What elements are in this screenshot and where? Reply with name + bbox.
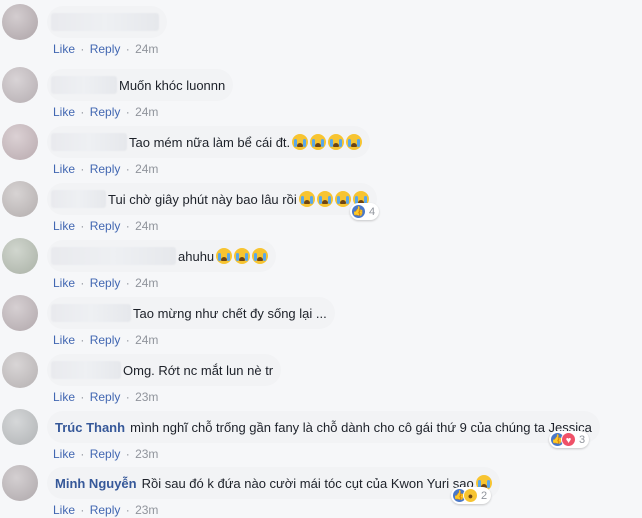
comment-item: Like · Reply · 24m bbox=[0, 0, 642, 57]
comment-text: Tui chờ giây phút này bao lâu rồi bbox=[108, 191, 297, 207]
comment-actions: Like · Reply · 23m bbox=[53, 503, 159, 517]
crying-emoji-icon bbox=[334, 191, 351, 207]
like-reaction-icon: 👍 bbox=[351, 204, 366, 219]
comment-bubble: Omg. Rớt nc mắt lun nè tr bbox=[47, 354, 282, 386]
avatar[interactable] bbox=[2, 4, 38, 40]
comment-bubble: Tao mém nữa làm bể cái đt. bbox=[47, 126, 371, 158]
comment-actions: Like · Reply · 23m bbox=[53, 390, 159, 404]
reaction-summary[interactable]: 👍 ● 2 bbox=[451, 487, 492, 504]
crying-emoji-icon bbox=[316, 191, 333, 207]
comment-item: Omg. Rớt nc mắt lun nè tr Like · Reply ·… bbox=[0, 348, 642, 405]
like-link[interactable]: Like bbox=[53, 42, 75, 56]
comment-bubble: ahuhu bbox=[47, 240, 277, 272]
comment-actions: Like · Reply · 24m bbox=[53, 162, 159, 176]
haha-reaction-icon: ● bbox=[463, 488, 478, 503]
comment-item: Muốn khóc luonnn Like · Reply · 24m bbox=[0, 63, 642, 120]
comment-actions: Like · Reply · 23m bbox=[53, 447, 159, 461]
avatar[interactable] bbox=[2, 181, 38, 217]
blurred-author-name bbox=[51, 76, 117, 94]
like-link[interactable]: Like bbox=[53, 503, 75, 517]
comment-item: Tui chờ giây phút này bao lâu rồi 👍 4 Li… bbox=[0, 177, 642, 234]
crying-emoji-icon bbox=[216, 248, 233, 264]
avatar[interactable] bbox=[2, 67, 38, 103]
like-link[interactable]: Like bbox=[53, 390, 75, 404]
reply-link[interactable]: Reply bbox=[90, 105, 121, 119]
like-link[interactable]: Like bbox=[53, 219, 75, 233]
comment-text: mình nghĩ chỗ trống gần fany là chỗ dành… bbox=[130, 419, 592, 435]
comment-bubble bbox=[47, 6, 167, 38]
comment-text: Tao mừng như chết đy sống lại ... bbox=[133, 305, 327, 321]
crying-emoji-icon bbox=[310, 134, 327, 150]
reply-link[interactable]: Reply bbox=[90, 276, 121, 290]
reply-link[interactable]: Reply bbox=[90, 503, 121, 517]
avatar[interactable] bbox=[2, 409, 38, 445]
avatar[interactable] bbox=[2, 352, 38, 388]
like-link[interactable]: Like bbox=[53, 105, 75, 119]
timestamp[interactable]: 24m bbox=[135, 333, 158, 347]
like-link[interactable]: Like bbox=[53, 447, 75, 461]
timestamp[interactable]: 24m bbox=[135, 219, 158, 233]
timestamp[interactable]: 23m bbox=[135, 447, 158, 461]
comment-actions: Like · Reply · 24m bbox=[53, 105, 159, 119]
comment-text: Rồi sau đó k đứa nào cười mái tóc cụt củ… bbox=[141, 475, 474, 491]
comment-actions: Like · Reply · 24m bbox=[53, 333, 159, 347]
reaction-summary[interactable]: 👍 4 bbox=[350, 203, 380, 220]
crying-emoji-icon bbox=[292, 134, 309, 150]
blurred-author-name bbox=[51, 133, 127, 151]
comment-author-link[interactable]: Minh Nguyễn bbox=[55, 476, 137, 491]
like-link[interactable]: Like bbox=[53, 162, 75, 176]
blurred-author-name bbox=[51, 13, 159, 31]
reply-link[interactable]: Reply bbox=[90, 447, 121, 461]
crying-emoji-icon bbox=[298, 191, 315, 207]
blurred-author-name bbox=[51, 304, 131, 322]
reaction-count: 3 bbox=[579, 433, 586, 446]
comment-bubble: Muốn khóc luonnn bbox=[47, 69, 234, 101]
reply-link[interactable]: Reply bbox=[90, 42, 121, 56]
comment-bubble: Minh Nguyễn Rồi sau đó k đứa nào cười má… bbox=[47, 467, 500, 499]
timestamp[interactable]: 23m bbox=[135, 390, 158, 404]
comment-actions: Like · Reply · 24m bbox=[53, 42, 159, 56]
reply-link[interactable]: Reply bbox=[90, 390, 121, 404]
like-link[interactable]: Like bbox=[53, 276, 75, 290]
blurred-author-name bbox=[51, 361, 121, 379]
crying-emoji-icon bbox=[234, 248, 251, 264]
blurred-author-name bbox=[51, 190, 106, 208]
reply-link[interactable]: Reply bbox=[90, 162, 121, 176]
timestamp[interactable]: 24m bbox=[135, 276, 158, 290]
comment-author-link[interactable]: Trúc Thanh bbox=[55, 420, 125, 435]
reply-link[interactable]: Reply bbox=[90, 333, 121, 347]
comment-item: Trúc Thanh mình nghĩ chỗ trống gần fany … bbox=[0, 405, 642, 462]
comment-text: Muốn khóc luonnn bbox=[119, 77, 226, 93]
reply-link[interactable]: Reply bbox=[90, 219, 121, 233]
avatar[interactable] bbox=[2, 124, 38, 160]
avatar[interactable] bbox=[2, 295, 38, 331]
comment-item: Tao mừng như chết đy sống lại ... Like ·… bbox=[0, 291, 642, 348]
timestamp[interactable]: 24m bbox=[135, 162, 158, 176]
blurred-author-name bbox=[51, 247, 176, 265]
reaction-summary[interactable]: 👍 ♥ 3 bbox=[549, 431, 590, 448]
reaction-count: 2 bbox=[481, 489, 488, 502]
comment-item: Tao mém nữa làm bể cái đt. Like · Reply … bbox=[0, 120, 642, 177]
crying-emoji-icon bbox=[252, 248, 269, 264]
comment-text: Tao mém nữa làm bể cái đt. bbox=[129, 134, 291, 150]
avatar[interactable] bbox=[2, 465, 38, 501]
comment-item: Minh Nguyễn Rồi sau đó k đứa nào cười má… bbox=[0, 461, 642, 518]
comment-bubble: Tui chờ giây phút này bao lâu rồi bbox=[47, 183, 377, 215]
comment-text: ahuhu bbox=[178, 248, 215, 264]
comment-bubble: Trúc Thanh mình nghĩ chỗ trống gần fany … bbox=[47, 411, 600, 443]
avatar[interactable] bbox=[2, 238, 38, 274]
comment-actions: Like · Reply · 24m bbox=[53, 276, 159, 290]
love-reaction-icon: ♥ bbox=[561, 432, 576, 447]
timestamp[interactable]: 24m bbox=[135, 42, 158, 56]
like-link[interactable]: Like bbox=[53, 333, 75, 347]
timestamp[interactable]: 23m bbox=[135, 503, 158, 517]
crying-emoji-icon bbox=[328, 134, 345, 150]
crying-emoji-icon bbox=[346, 134, 363, 150]
comment-text: Omg. Rớt nc mắt lun nè tr bbox=[123, 362, 274, 378]
timestamp[interactable]: 24m bbox=[135, 105, 158, 119]
reaction-count: 4 bbox=[369, 205, 376, 218]
comment-item: ahuhu Like · Reply · 24m bbox=[0, 234, 642, 291]
comment-actions: Like · Reply · 24m bbox=[53, 219, 159, 233]
comment-bubble: Tao mừng như chết đy sống lại ... bbox=[47, 297, 335, 329]
